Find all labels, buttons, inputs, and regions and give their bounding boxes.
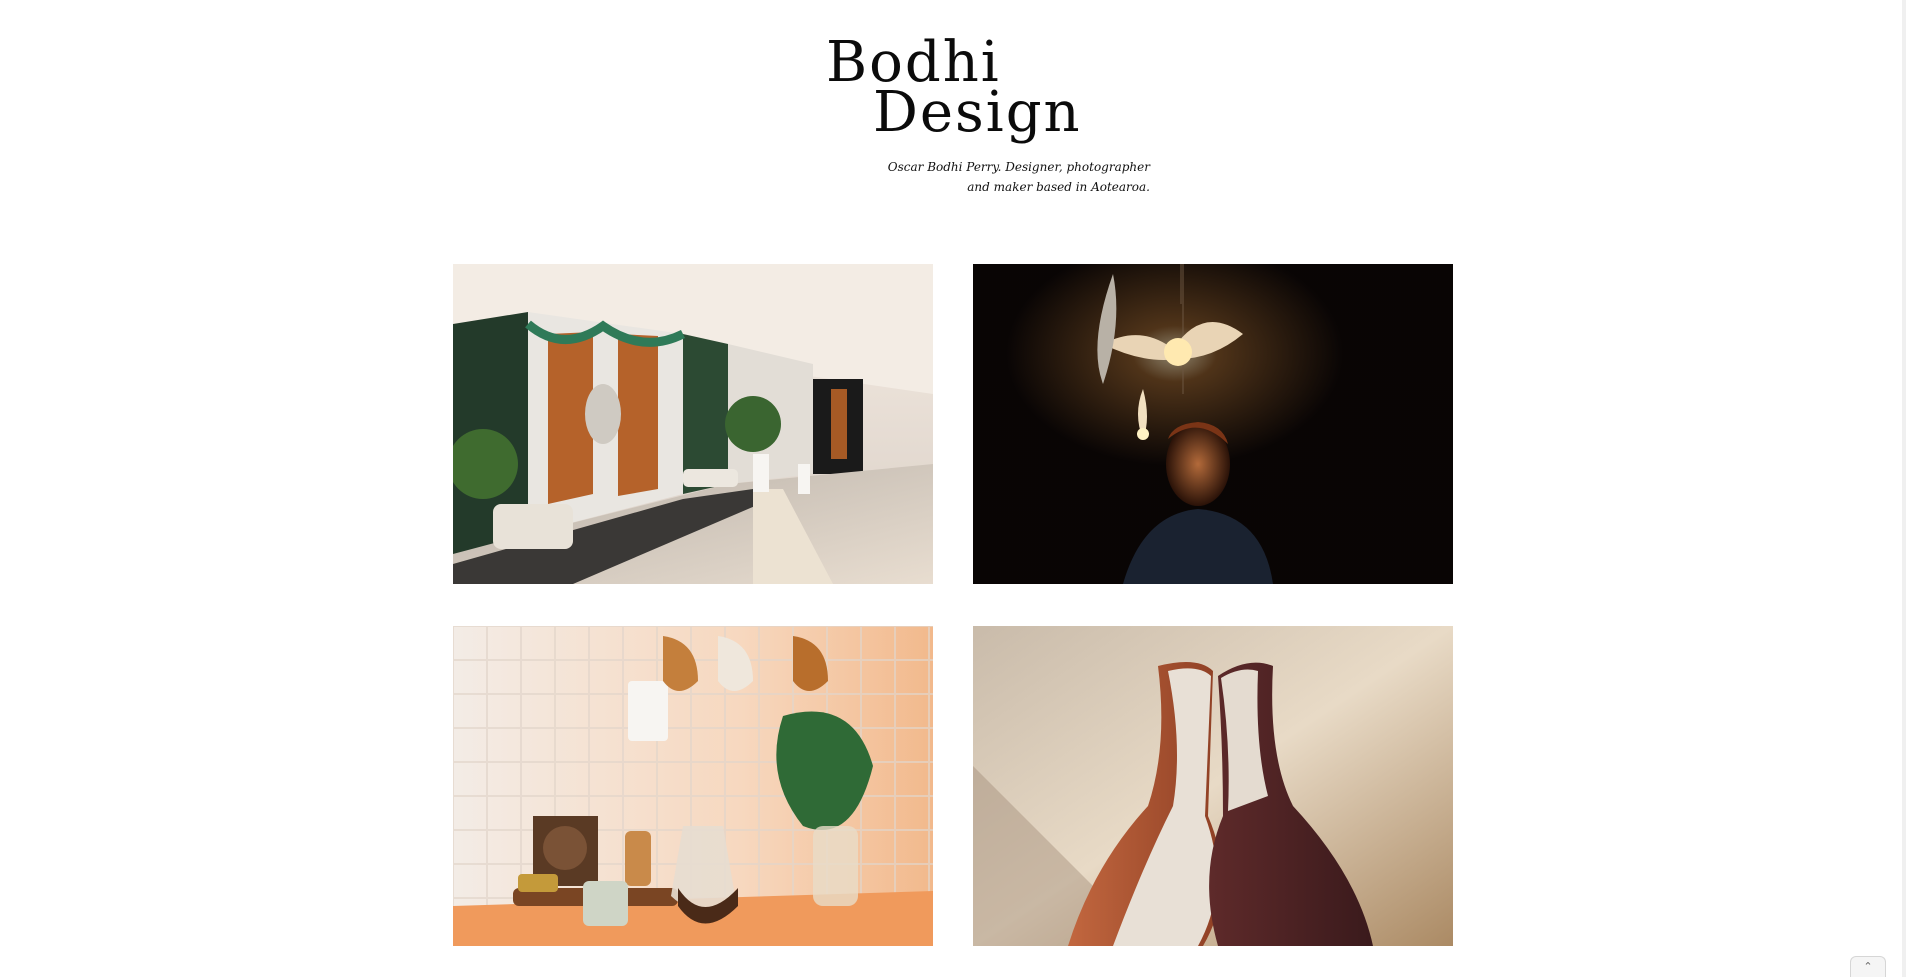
lamps-photo [973, 264, 1453, 584]
site-header: Bodhi Design Oscar Bodhi Perry. Designer… [0, 0, 1906, 230]
site-logo[interactable]: Bodhi Design [826, 35, 1082, 145]
vases-photo [973, 626, 1453, 946]
kitchen-photo [453, 626, 933, 946]
tagline-line-1: Oscar Bodhi Perry. Designer, photographe… [887, 160, 1150, 174]
chevron-up-icon[interactable]: ⌃ [1850, 956, 1886, 977]
lobby-photo [453, 264, 933, 584]
tagline-line-2: and maker based in Aotearoa. [967, 180, 1150, 194]
gallery-tile-vases[interactable] [973, 626, 1453, 946]
page-scrollbar[interactable] [1902, 0, 1906, 977]
gallery-tile-kitchen[interactable] [453, 626, 933, 946]
gallery-tile-lobby[interactable] [453, 264, 933, 584]
logo-line-2: Design [873, 80, 1082, 145]
gallery-tile-lamps[interactable] [973, 264, 1453, 584]
site-tagline: Oscar Bodhi Perry. Designer, photographe… [880, 157, 1150, 197]
